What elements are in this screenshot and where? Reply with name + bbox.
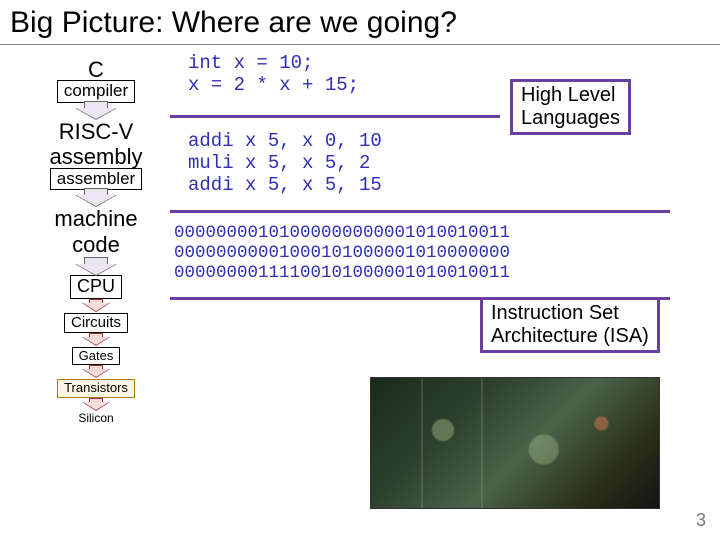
arrow-down-small-icon <box>79 333 113 345</box>
stage-circuits: Circuits <box>64 313 128 334</box>
stage-c: C <box>26 57 166 82</box>
label-compiler: compiler <box>57 80 135 103</box>
arrow-down-icon <box>70 188 122 204</box>
callout-high-level-languages: High Level Languages <box>510 79 631 135</box>
stage-silicon: Silicon <box>26 412 166 426</box>
arrow-down-small-icon <box>79 365 113 377</box>
c-code-block: int x = 10; x = 2 * x + 15; <box>188 53 359 97</box>
label-assembler: assembler <box>50 168 142 191</box>
stage-gates: Gates <box>72 347 121 365</box>
stage-machine-code: machine code <box>26 206 166 257</box>
separator-line <box>170 115 500 118</box>
arrow-down-icon <box>70 101 122 117</box>
machine-code-block: 00000000101000000000001010010011 0000000… <box>174 223 510 283</box>
stage-riscv: RISC-V assembly <box>26 119 166 170</box>
arrow-down-small-icon <box>79 299 113 311</box>
circuit-board-image <box>370 377 660 509</box>
stage-transistors: Transistors <box>57 379 135 397</box>
arrow-down-icon <box>70 257 122 273</box>
arrow-down-small-icon <box>79 398 113 410</box>
slide-title: Big Picture: Where are we going? <box>0 0 720 45</box>
slide-content: C compiler RISC-V assembly assembler mac… <box>0 45 720 539</box>
pipeline-column: C compiler RISC-V assembly assembler mac… <box>26 57 166 428</box>
slide-number: 3 <box>696 510 706 531</box>
callout-isa: Instruction Set Architecture (ISA) <box>480 297 660 353</box>
stage-cpu: CPU <box>70 275 122 299</box>
separator-line <box>170 210 670 213</box>
assembly-code-block: addi x 5, x 0, 10 muli x 5, x 5, 2 addi … <box>188 131 382 197</box>
